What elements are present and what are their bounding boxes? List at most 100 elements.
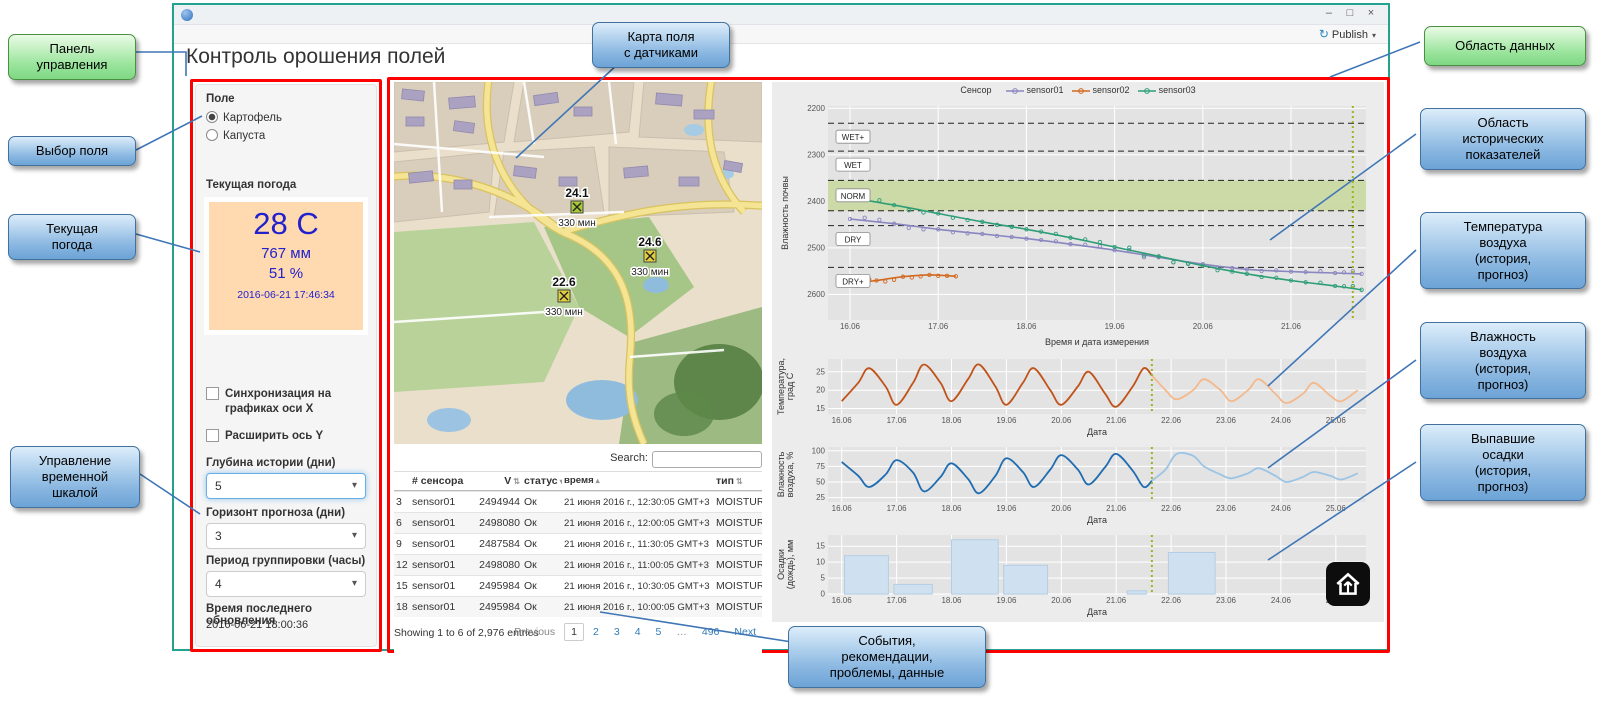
svg-text:17.06: 17.06: [928, 322, 949, 331]
window-titlebar: – □ ×: [174, 5, 1388, 25]
air-humidity-chart[interactable]: 16.06 17.06 18.06 19.06 20.06 21.06 22.06 23.06…: [776, 442, 1380, 526]
svg-text:2500: 2500: [807, 243, 825, 252]
history-depth-select[interactable]: 5 ▾: [206, 473, 366, 499]
svg-text:22.06: 22.06: [1161, 504, 1182, 513]
svg-text:Дата: Дата: [1087, 427, 1107, 437]
checkbox-sync-x-axis[interactable]: Синхронизация на графиках оси X: [206, 387, 368, 417]
search-input[interactable]: [652, 451, 762, 468]
table-row[interactable]: 3 sensor01 2494944 Ок 21 июня 2016 г., 12:30…: [394, 491, 762, 512]
checkbox-icon: [206, 387, 219, 400]
svg-text:17.06: 17.06: [887, 504, 908, 513]
close-button[interactable]: ×: [1362, 7, 1380, 19]
svg-text:25: 25: [816, 493, 825, 502]
page-button[interactable]: Next: [728, 624, 762, 640]
select-value: 4: [215, 577, 222, 591]
table-cell: MOISTURE: [716, 538, 762, 550]
maximize-button[interactable]: □: [1341, 7, 1359, 19]
svg-text:DRY: DRY: [845, 236, 862, 245]
page-button[interactable]: 4: [629, 624, 647, 640]
svg-text:17.06: 17.06: [887, 416, 908, 425]
search-label: Search:: [610, 451, 648, 464]
svg-text:24.06: 24.06: [1271, 596, 1292, 605]
svg-text:16.06: 16.06: [840, 322, 861, 331]
svg-text:18.06: 18.06: [1016, 322, 1037, 331]
last-update-value: 2016-06-21 18:00:36: [206, 619, 309, 631]
table-cell: sensor01: [412, 538, 456, 550]
weather-widget: 28 C 767 мм 51 % 2016-06-21 17:46:34: [204, 197, 368, 335]
page-button[interactable]: 2: [587, 624, 605, 640]
soil-moisture-chart[interactable]: 16.06 17.06 18.06 19.06 20.06 21.06 2200 2300 24…: [776, 100, 1380, 348]
charts-panel: Сенсор sensor01 sensor02 sensor03 16.06 17.0…: [772, 82, 1384, 622]
svg-text:21.06: 21.06: [1106, 416, 1127, 425]
table-row[interactable]: 12 sensor01 2498080 Ок 21 июня 2016 г., 11:0…: [394, 554, 762, 575]
table-cell: 9: [396, 538, 402, 550]
history-depth-label: Глубина истории (дни): [206, 457, 336, 469]
callout-events: События, рекомендации, проблемы, данные: [788, 626, 986, 688]
air-temperature-chart[interactable]: 16.06 17.06 18.06 19.06 20.06 21.06 22.06 23.06…: [776, 354, 1380, 438]
page-button[interactable]: 3: [608, 624, 626, 640]
forecast-horizon-label: Горизонт прогноза (дни): [206, 507, 346, 519]
forecast-horizon-select[interactable]: 3 ▾: [206, 523, 366, 549]
callout-current-weather: Текущая погода: [8, 214, 136, 260]
table-cell: Ок: [524, 601, 537, 613]
svg-text:75: 75: [816, 462, 825, 471]
svg-text:Время и дата измерения: Время и дата измерения: [1045, 337, 1149, 347]
table-row[interactable]: 9 sensor01 2487584 Ок 21 июня 2016 г., 11:30…: [394, 533, 762, 554]
column-header[interactable]: время ▴: [562, 472, 714, 490]
table-cell: 21 июня 2016 г., 10:30:05 GMT+3: [564, 580, 710, 592]
minimize-button[interactable]: –: [1320, 7, 1338, 19]
table-cell: 3: [396, 496, 402, 508]
svg-text:(дождь), мм: (дождь), мм: [785, 540, 795, 590]
svg-text:2200: 2200: [807, 104, 825, 113]
page-button[interactable]: 5: [650, 624, 668, 640]
table-row[interactable]: 18 sensor01 2495984 Ок 21 июня 2016 г., 10:0…: [394, 596, 762, 617]
radio-field-cabbage[interactable]: Капуста: [206, 129, 265, 142]
table-row[interactable]: 6 sensor01 2498080 Ок 21 июня 2016 г., 12:00…: [394, 512, 762, 533]
page-title: Контроль орошения полей: [186, 45, 446, 68]
svg-text:18.06: 18.06: [941, 504, 962, 513]
sensor-table-body: 3 sensor01 2494944 Ок 21 июня 2016 г., 12:30…: [394, 491, 762, 617]
column-header[interactable]: # сенсора⇅: [410, 472, 464, 490]
table-cell: 2498080: [479, 517, 520, 529]
field-map[interactable]: 24.1 330 мин 24.6 330 мин 22.6 330 мин: [394, 82, 762, 444]
table-row[interactable]: 15 sensor01 2495984 Ок 21 июня 2016 г., 10:3…: [394, 575, 762, 596]
weather-pressure: 767 мм: [261, 245, 311, 262]
svg-text:DRY+: DRY+: [842, 277, 864, 286]
svg-text:5: 5: [821, 574, 826, 583]
export-button[interactable]: [1326, 562, 1370, 606]
callout-timeline-control: Управление временной шкалой: [10, 446, 140, 508]
table-cell: MOISTURE: [716, 580, 762, 592]
table-cell: Ок: [524, 580, 537, 592]
svg-text:Дата: Дата: [1087, 515, 1107, 525]
table-search: Search:: [610, 449, 762, 469]
precipitation-chart[interactable]: 16.06 17.06 18.06 19.06 20.06 21.06 22.06 23.06…: [776, 530, 1380, 618]
radio-field-potato[interactable]: Картофель: [206, 111, 282, 124]
table-cell: 6: [396, 517, 402, 529]
column-header[interactable]: статус ▾: [522, 472, 562, 490]
legend-item: sensor03: [1137, 85, 1196, 95]
svg-text:25: 25: [816, 367, 825, 376]
svg-text:24.06: 24.06: [1271, 504, 1292, 513]
svg-text:19.06: 19.06: [996, 504, 1017, 513]
table-cell: 15: [396, 580, 408, 592]
column-header[interactable]: V ⇅: [464, 472, 522, 490]
checkbox-expand-y-axis[interactable]: Расширить ось Y: [206, 429, 368, 444]
svg-text:24.6: 24.6: [638, 235, 662, 249]
column-header: [394, 472, 410, 490]
table-cell: Ок: [524, 559, 537, 571]
svg-text:23.06: 23.06: [1216, 416, 1237, 425]
svg-text:21.06: 21.06: [1281, 322, 1302, 331]
page-button[interactable]: 496: [696, 624, 726, 640]
page-button[interactable]: 1: [564, 623, 584, 641]
svg-text:22.06: 22.06: [1161, 596, 1182, 605]
column-header[interactable]: тип ⇅: [714, 472, 762, 490]
publish-button[interactable]: ↻ Publish ▾: [1319, 27, 1376, 41]
radio-selected-icon: [206, 111, 218, 123]
svg-text:18.06: 18.06: [941, 596, 962, 605]
page-button[interactable]: Previous: [508, 624, 561, 640]
grouping-period-select[interactable]: 4 ▾: [206, 571, 366, 597]
svg-text:2600: 2600: [807, 290, 825, 299]
callout-air-humidity: Влажность воздуха (история, прогноз): [1420, 322, 1586, 400]
publish-label: Publish: [1331, 29, 1368, 41]
legend-item: sensor01: [1005, 85, 1064, 95]
